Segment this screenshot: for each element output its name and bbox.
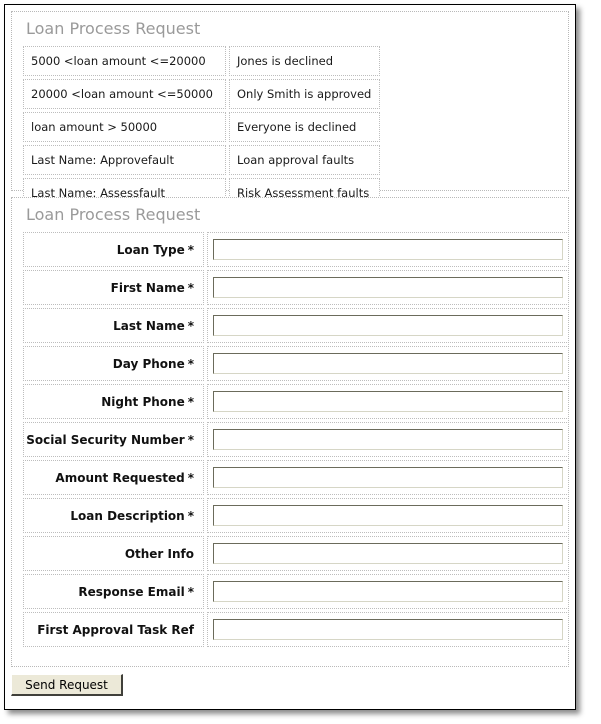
field-cell-loan-type <box>207 232 569 267</box>
field-label-night-phone: Night Phone * <box>23 384 204 419</box>
input-loan-type[interactable] <box>213 239 563 260</box>
rule-row: Last Name: Approvefault Loan approval fau… <box>23 145 380 175</box>
field-label-loan-description: Loan Description * <box>23 498 204 533</box>
field-label-first-name: First Name * <box>23 270 204 305</box>
input-other-info[interactable] <box>213 543 563 564</box>
input-last-name[interactable] <box>213 315 563 336</box>
rule-row: loan amount > 50000 Everyone is declined <box>23 112 380 142</box>
field-label-loan-type: Loan Type * <box>23 232 204 267</box>
input-response-email[interactable] <box>213 581 563 602</box>
form-panel-heading: Loan Process Request <box>26 205 201 224</box>
field-cell-night-phone <box>207 384 569 419</box>
field-cell-other-info <box>207 536 569 571</box>
field-label-text: Social Security Number <box>26 432 185 447</box>
field-label-text: Day Phone <box>112 356 185 371</box>
rules-table: 5000 <loan amount <=20000 Jones is declin… <box>20 43 383 211</box>
field-label-other-info: Other Info <box>23 536 204 571</box>
required-marker: * <box>187 584 194 599</box>
input-social-security-number[interactable] <box>213 429 563 450</box>
field-label-amount-requested: Amount Requested * <box>23 460 204 495</box>
rule-condition-cell: 5000 <loan amount <=20000 <box>23 46 226 76</box>
field-label-text: Loan Description <box>70 508 185 523</box>
field-label-text: Other Info <box>124 546 194 561</box>
required-marker: * <box>187 470 194 485</box>
rules-panel: Loan Process Request 5000 <loan amount <… <box>11 11 569 208</box>
form-row: Other Info <box>23 536 569 571</box>
field-cell-last-name <box>207 308 569 343</box>
footer-bar: Send Request <box>5 674 575 700</box>
form-panel: Loan Process Request Loan Type * First Nam… <box>11 197 569 667</box>
field-label-day-phone: Day Phone * <box>23 346 204 381</box>
field-cell-first-name <box>207 270 569 305</box>
send-request-button[interactable]: Send Request <box>11 674 123 696</box>
required-marker: * <box>187 318 194 333</box>
rule-action-cell: Jones is declined <box>229 46 380 76</box>
form-row: Amount Requested * <box>23 460 569 495</box>
form-row: Day Phone * <box>23 346 569 381</box>
input-day-phone[interactable] <box>213 353 563 374</box>
required-marker: * <box>187 432 194 447</box>
rule-action-cell: Only Smith is approved <box>229 79 380 109</box>
field-cell-social-security-number <box>207 422 569 457</box>
input-first-name[interactable] <box>213 277 563 298</box>
field-label-text: Amount Requested <box>55 470 185 485</box>
field-label-text: Loan Type <box>116 242 185 257</box>
form-row: Loan Description * <box>23 498 569 533</box>
loan-request-form-table: Loan Type * First Name * Last Name * Day Phone… <box>20 229 572 650</box>
input-amount-requested[interactable] <box>213 467 563 488</box>
rule-action-cell: Loan approval faults <box>229 145 380 175</box>
field-label-text: Last Name <box>113 318 185 333</box>
rule-condition-cell: Last Name: Approvefault <box>23 145 226 175</box>
rule-action-cell: Everyone is declined <box>229 112 380 142</box>
field-label-text: Response Email <box>78 584 185 599</box>
required-marker: * <box>187 394 194 409</box>
required-marker: * <box>187 242 194 257</box>
field-label-social-security-number: Social Security Number * <box>23 422 204 457</box>
form-row: Last Name * <box>23 308 569 343</box>
form-row: Social Security Number * <box>23 422 569 457</box>
rule-row: 5000 <loan amount <=20000 Jones is declin… <box>23 46 380 76</box>
field-cell-first-approval-task-ref <box>207 612 569 647</box>
form-row: First Name * <box>23 270 569 305</box>
field-label-text: First Approval Task Ref <box>37 622 194 637</box>
field-cell-amount-requested <box>207 460 569 495</box>
field-label-text: First Name <box>110 280 185 295</box>
field-label-response-email: Response Email * <box>23 574 204 609</box>
required-marker: * <box>187 508 194 523</box>
rule-condition-cell: loan amount > 50000 <box>23 112 226 142</box>
field-label-text: Night Phone <box>101 394 185 409</box>
input-night-phone[interactable] <box>213 391 563 412</box>
rule-condition-cell: 20000 <loan amount <=50000 <box>23 79 226 109</box>
field-label-last-name: Last Name * <box>23 308 204 343</box>
required-marker: * <box>187 280 194 295</box>
application-window: Loan Process Request 5000 <loan amount <… <box>4 4 576 710</box>
form-row: Response Email * <box>23 574 569 609</box>
field-label-first-approval-task-ref: First Approval Task Ref <box>23 612 204 647</box>
field-cell-loan-description <box>207 498 569 533</box>
form-row: Night Phone * <box>23 384 569 419</box>
field-cell-response-email <box>207 574 569 609</box>
field-cell-day-phone <box>207 346 569 381</box>
form-row: First Approval Task Ref <box>23 612 569 647</box>
rules-panel-heading: Loan Process Request <box>26 19 201 38</box>
input-loan-description[interactable] <box>213 505 563 526</box>
required-marker: * <box>187 356 194 371</box>
rule-row: 20000 <loan amount <=50000 Only Smith is … <box>23 79 380 109</box>
input-first-approval-task-ref[interactable] <box>213 619 563 640</box>
form-row: Loan Type * <box>23 232 569 267</box>
